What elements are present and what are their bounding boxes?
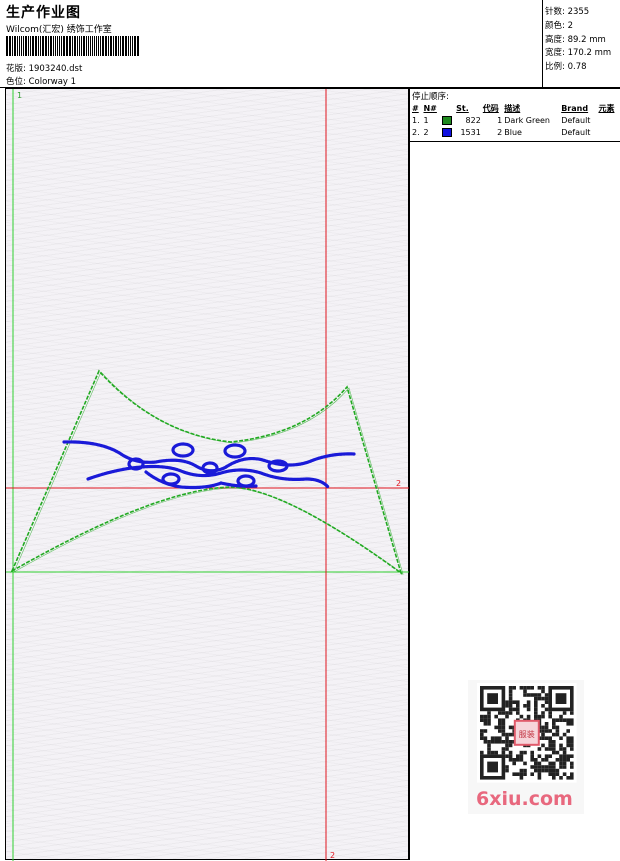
right-marker: 2 — [396, 479, 401, 488]
stat-width: 宽度: 170.2 mm — [545, 48, 612, 58]
col-header-index: # — [412, 103, 419, 113]
stop-sequence-box: 停止顺序: # N# St. 代码 描述 Brand 元素 1. 1 822 1… — [410, 89, 620, 142]
file-value: 1903240.dst — [28, 64, 83, 74]
motif-loop-6 — [161, 472, 181, 486]
color-swatch — [441, 127, 452, 137]
motif-loop-7 — [236, 474, 256, 488]
color-swatch — [441, 115, 452, 125]
file-label: 花版: — [6, 64, 26, 74]
watermark-text: 6xiu.com — [476, 788, 573, 810]
motif-top-right-swirl — [224, 452, 356, 469]
table-row: 1. 1 822 1 Dark Green Default — [412, 115, 591, 125]
motif-loop-1 — [171, 442, 195, 458]
stat-height: 高度: 89.2 mm — [545, 35, 606, 45]
table-header-row: # N# St. 代码 描述 Brand 元素 — [411, 102, 619, 114]
qr-code: 服装 — [477, 683, 577, 783]
col-header-number: N# — [423, 103, 437, 113]
blue-motif — [62, 440, 356, 490]
motif-loop-3 — [127, 457, 145, 471]
design-canvas: 1 2 2 — [6, 89, 410, 861]
motif-loop-2 — [223, 443, 247, 459]
svg-text:服装: 服装 — [519, 729, 535, 739]
stat-scale: 比例: 0.78 — [545, 62, 587, 72]
barcode — [6, 36, 139, 56]
bottom-marker: 2 — [330, 851, 335, 860]
stats-panel: 针数: 2355 颜色: 2 高度: 89.2 mm 宽度: 170.2 mm … — [542, 0, 620, 88]
design-preview: 1 2 2 — [5, 88, 410, 861]
header: 生产作业图 Wilcom(汇宏) 绣饰工作室 花版: 1903240.dst 色… — [0, 0, 542, 88]
stop-sequence-table: # N# St. 代码 描述 Brand 元素 1. 1 822 1 Dark … — [411, 102, 619, 138]
stat-colors: 颜色: 2 — [545, 21, 573, 31]
colorway-label: 色位: — [6, 77, 26, 87]
col-header-description: 描述 — [504, 103, 521, 113]
col-header-stitches: St. — [456, 103, 469, 113]
col-header-brand: Brand — [561, 103, 589, 113]
file-name-line: 花版: 1903240.dst — [6, 62, 82, 74]
colorway-line: 色位: Colorway 1 — [6, 75, 76, 87]
top-marker: 1 — [17, 91, 22, 100]
table-row: 2. 2 1531 2 Blue Default — [412, 127, 591, 137]
motif-loop-4 — [201, 461, 219, 475]
company-name: Wilcom(汇宏) 绣饰工作室 — [6, 25, 112, 35]
colorway-value: Colorway 1 — [28, 77, 77, 87]
col-header-element: 元素 — [598, 103, 615, 113]
page-title: 生产作业图 — [6, 5, 81, 21]
col-header-code: 代码 — [482, 103, 499, 113]
stop-sequence-title: 停止顺序: — [412, 92, 449, 102]
stat-stitches: 针数: 2355 — [545, 7, 590, 17]
